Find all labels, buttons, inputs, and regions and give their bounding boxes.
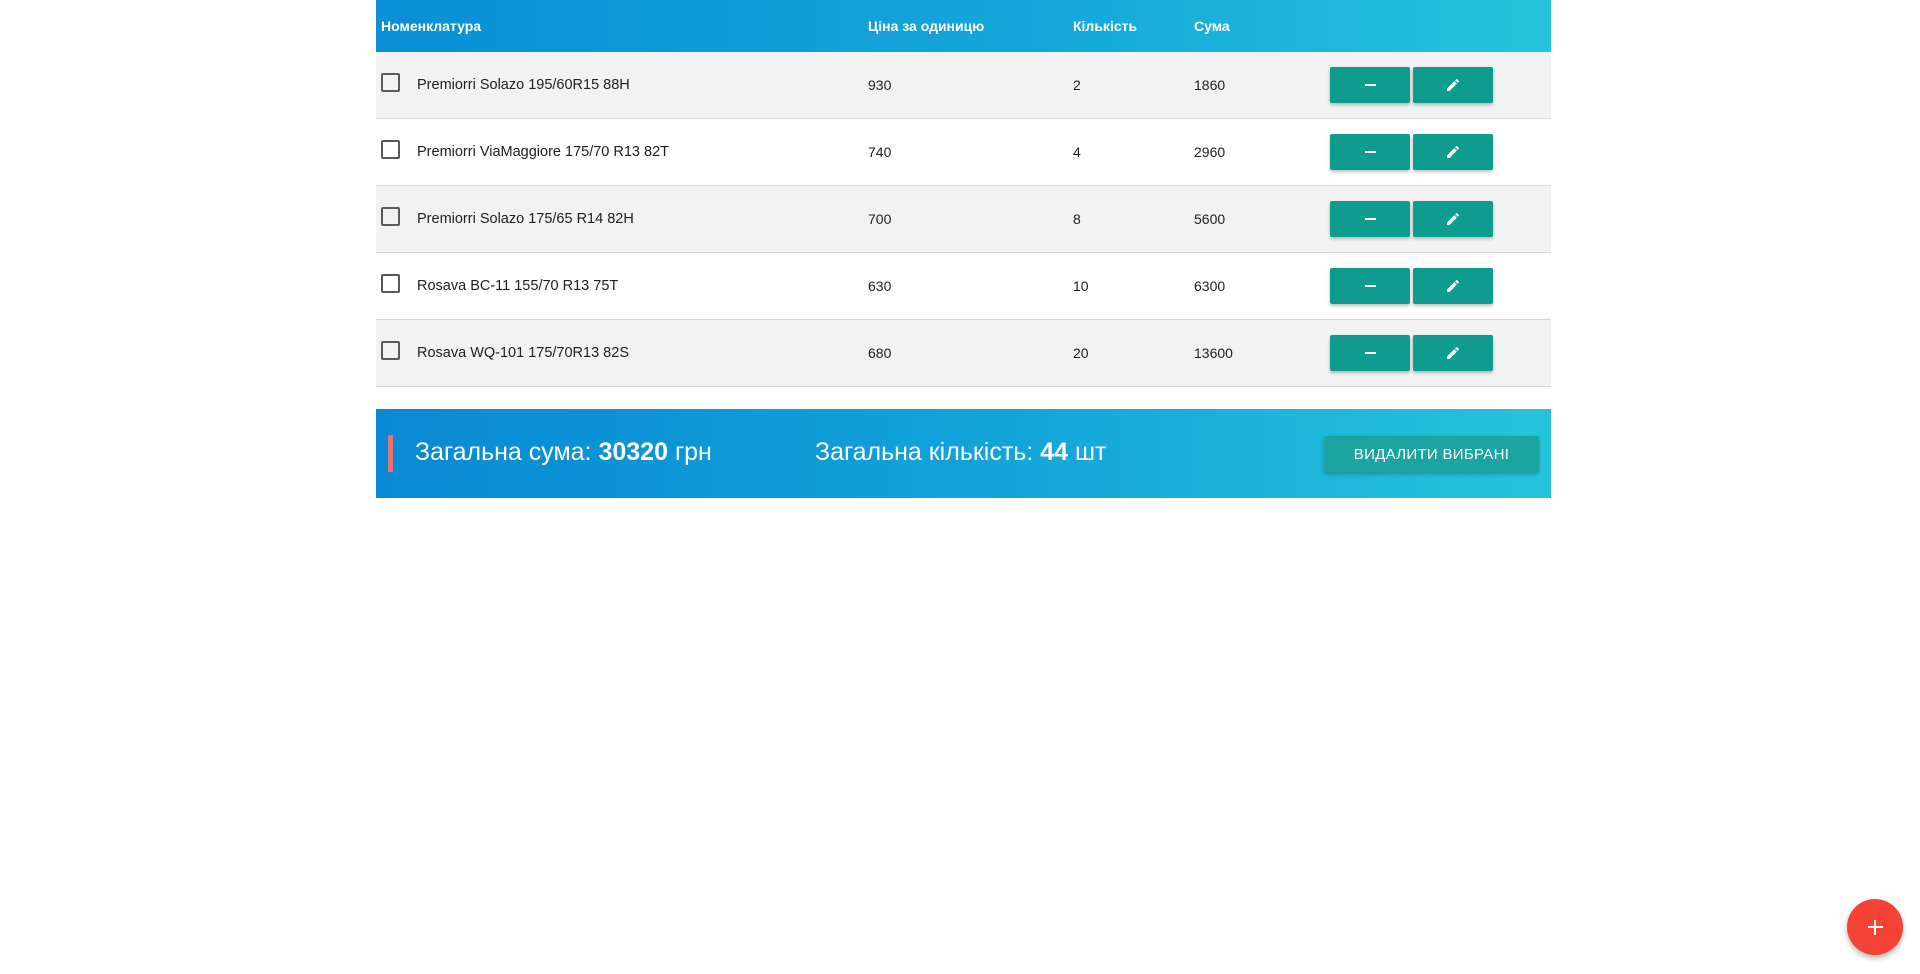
pencil-icon [1447, 145, 1460, 158]
summary-bar: Загальна сума: 30320 грн Загальна кількі… [376, 409, 1551, 498]
remove-item-button[interactable] [1330, 335, 1410, 371]
item-sum: 5600 [1194, 211, 1226, 227]
remove-item-button[interactable] [1330, 268, 1410, 304]
header-sum: Сума [1194, 18, 1230, 34]
minus-icon [1364, 285, 1376, 287]
total-quantity: Загальна кількість: 44 шт [815, 438, 1107, 467]
total-sum: Загальна сума: 30320 грн [415, 438, 712, 467]
item-quantity: 20 [1073, 345, 1089, 361]
item-quantity: 8 [1073, 211, 1081, 227]
row-checkbox[interactable] [381, 140, 400, 159]
cart-container: Номенклатура Ціна за одиницю Кількість С… [376, 0, 1551, 498]
remove-item-button[interactable] [1330, 134, 1410, 170]
edit-item-button[interactable] [1413, 67, 1493, 103]
table-row: Premiorri Solazo 175/65 R14 82H 700 8 56… [376, 186, 1551, 253]
table-header: Номенклатура Ціна за одиницю Кількість С… [376, 0, 1551, 52]
item-quantity: 2 [1073, 77, 1081, 93]
minus-icon [1364, 84, 1376, 86]
table-row: Premiorri Solazo 195/60R15 88H 930 2 186… [376, 52, 1551, 119]
header-price: Ціна за одиницю [868, 18, 985, 34]
total-sum-value: 30320 [598, 438, 668, 466]
total-qty-value: 44 [1040, 438, 1069, 466]
remove-item-button[interactable] [1330, 67, 1410, 103]
item-sum: 13600 [1194, 345, 1233, 361]
item-quantity: 4 [1073, 144, 1081, 160]
item-price: 930 [868, 77, 892, 93]
item-name: Premiorri Solazo 175/65 R14 82H [417, 211, 634, 227]
row-checkbox[interactable] [381, 73, 400, 92]
row-checkbox[interactable] [381, 274, 400, 293]
delete-selected-button[interactable]: ВИДАЛИТИ ВИБРАНІ [1324, 436, 1539, 472]
header-quantity: Кількість [1073, 18, 1138, 34]
item-price: 630 [868, 278, 892, 294]
item-quantity: 10 [1073, 278, 1089, 294]
header-name: Номенклатура [381, 18, 482, 34]
pencil-icon [1447, 346, 1460, 359]
remove-item-button[interactable] [1330, 201, 1410, 237]
total-qty-unit: шт [1074, 438, 1107, 466]
item-sum: 1860 [1194, 77, 1226, 93]
minus-icon [1364, 151, 1376, 153]
item-name: Premiorri Solazo 195/60R15 88H [417, 77, 630, 93]
item-name: Premiorri ViaMaggiore 175/70 R13 82T [417, 144, 670, 160]
total-sum-label: Загальна сума: [415, 438, 592, 466]
add-item-button[interactable] [1847, 899, 1903, 955]
edit-item-button[interactable] [1413, 335, 1493, 371]
row-checkbox[interactable] [381, 341, 400, 360]
pencil-icon [1447, 212, 1460, 225]
pencil-icon [1447, 279, 1460, 292]
item-name: Rosava WQ-101 175/70R13 82S [417, 345, 629, 361]
edit-item-button[interactable] [1413, 268, 1493, 304]
table-row: Rosava WQ-101 175/70R13 82S 680 20 13600 [376, 320, 1551, 387]
table-row: Premiorri ViaMaggiore 175/70 R13 82T 740… [376, 119, 1551, 186]
item-price: 740 [868, 144, 892, 160]
table-row: Rosava BC-11 155/70 R13 75T 630 10 6300 [376, 253, 1551, 320]
item-sum: 2960 [1194, 144, 1226, 160]
edit-item-button[interactable] [1413, 201, 1493, 237]
edit-item-button[interactable] [1413, 134, 1493, 170]
summary-marker [388, 435, 393, 472]
item-name: Rosava BC-11 155/70 R13 75T [417, 278, 619, 294]
minus-icon [1364, 218, 1376, 220]
total-qty-label: Загальна кількість: [815, 438, 1034, 466]
item-price: 680 [868, 345, 892, 361]
item-sum: 6300 [1194, 278, 1226, 294]
total-sum-unit: грн [674, 438, 712, 466]
minus-icon [1364, 352, 1376, 354]
pencil-icon [1447, 78, 1460, 91]
row-checkbox[interactable] [381, 207, 400, 226]
item-price: 700 [868, 211, 892, 227]
